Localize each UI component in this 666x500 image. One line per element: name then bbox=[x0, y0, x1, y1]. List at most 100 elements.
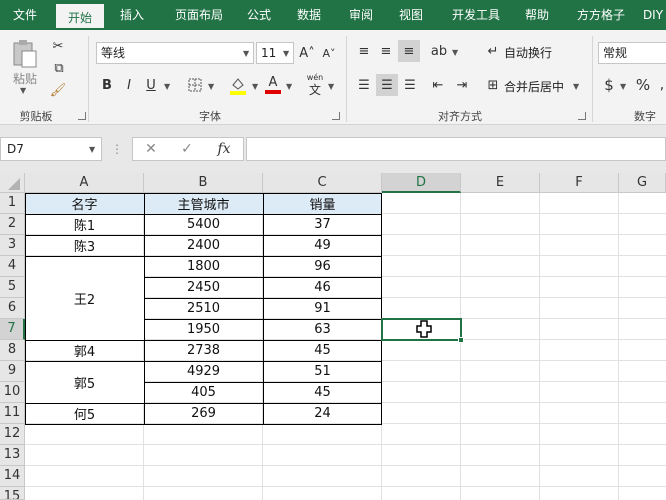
table-borders bbox=[25, 193, 382, 425]
column-header-c[interactable]: C bbox=[263, 173, 382, 193]
comma-style-icon[interactable]: , bbox=[656, 74, 666, 96]
wrap-text-button[interactable]: 自动换行 bbox=[504, 44, 552, 61]
phonetic-guide-icon[interactable]: wén 文 bbox=[304, 72, 326, 98]
column-header-f[interactable]: F bbox=[540, 173, 619, 193]
tab-help[interactable]: 帮助 bbox=[514, 0, 560, 30]
row-header[interactable]: 15 bbox=[0, 487, 25, 500]
chevron-down-icon[interactable]: ▼ bbox=[164, 82, 170, 91]
merge-center-icon[interactable]: ⊞ bbox=[484, 74, 502, 96]
wrap-text-icon[interactable]: ↵ bbox=[484, 40, 502, 62]
chevron-down-icon[interactable]: ▼ bbox=[286, 82, 292, 91]
chevron-down-icon[interactable]: ▼ bbox=[573, 82, 579, 91]
tab-developer[interactable]: 开发工具 bbox=[440, 0, 512, 30]
chevron-down-icon[interactable]: ▼ bbox=[89, 145, 95, 154]
more-options-icon[interactable]: ⋮ bbox=[110, 137, 124, 161]
clipboard-launcher-icon[interactable] bbox=[78, 112, 86, 120]
enter-icon[interactable]: ✓ bbox=[175, 138, 199, 160]
tab-data[interactable]: 数据 bbox=[286, 0, 332, 30]
tab-page-layout[interactable]: 页面布局 bbox=[162, 0, 236, 30]
underline-button[interactable]: U bbox=[142, 74, 160, 96]
insert-function-icon[interactable]: fx bbox=[211, 138, 237, 160]
alignment-launcher-icon[interactable] bbox=[578, 112, 586, 120]
align-center-icon[interactable]: ☰ bbox=[376, 74, 398, 96]
clipboard-group-label: 剪贴板 bbox=[19, 110, 53, 123]
cell-cursor-icon bbox=[416, 320, 432, 341]
row-header[interactable]: 1 bbox=[0, 193, 25, 214]
row-header[interactable]: 2 bbox=[0, 214, 25, 235]
font-launcher-icon[interactable] bbox=[332, 112, 340, 120]
align-top-icon[interactable]: ≡ bbox=[354, 40, 374, 62]
phonetic-bottom-text: 文 bbox=[308, 83, 321, 97]
format-painter-icon[interactable]: 🖌 bbox=[48, 80, 68, 100]
increase-indent-icon[interactable]: ⇥ bbox=[452, 74, 472, 96]
chevron-down-icon[interactable]: ▼ bbox=[620, 82, 626, 91]
separator bbox=[592, 36, 593, 122]
ribbon-tab-bar: 文件 开始 插入 页面布局 公式 数据 审阅 视图 开发工具 帮助 方方格子 D… bbox=[0, 0, 666, 30]
align-middle-icon[interactable]: ≡ bbox=[376, 40, 396, 62]
align-bottom-icon[interactable]: ≡ bbox=[398, 40, 420, 62]
tab-formulas[interactable]: 公式 bbox=[238, 0, 280, 30]
phonetic-top-text: wén bbox=[306, 73, 324, 82]
row-header[interactable]: 6 bbox=[0, 298, 25, 319]
paste-icon[interactable] bbox=[8, 38, 40, 70]
align-right-icon[interactable]: ☰ bbox=[400, 74, 420, 96]
tab-review[interactable]: 审阅 bbox=[338, 0, 384, 30]
alignment-group-label: 对齐方式 bbox=[438, 110, 482, 123]
tab-view[interactable]: 视图 bbox=[388, 0, 434, 30]
currency-button[interactable]: $ bbox=[602, 74, 616, 96]
column-header-g[interactable]: G bbox=[619, 173, 666, 193]
copy-icon[interactable]: ⧉ bbox=[48, 58, 70, 78]
row-header[interactable]: 5 bbox=[0, 277, 25, 298]
tab-insert[interactable]: 插入 bbox=[108, 0, 156, 30]
select-all-corner[interactable] bbox=[0, 173, 25, 193]
number-group-label: 数字 bbox=[634, 110, 656, 123]
fill-handle[interactable] bbox=[458, 337, 464, 343]
decrease-font-icon[interactable]: A˅ bbox=[320, 42, 338, 64]
worksheet-grid: A B C D E F G 1 2 3 4 5 6 7 8 9 10 11 12… bbox=[0, 173, 666, 500]
font-name-select[interactable]: 等线 bbox=[96, 42, 254, 64]
column-header-d[interactable]: D bbox=[382, 173, 461, 193]
row-header[interactable]: 14 bbox=[0, 466, 25, 487]
chevron-down-icon[interactable]: ▼ bbox=[452, 48, 458, 57]
row-header[interactable]: 11 bbox=[0, 403, 25, 424]
bold-button[interactable]: B bbox=[98, 74, 116, 96]
row-header[interactable]: 4 bbox=[0, 256, 25, 277]
paste-dropdown-icon[interactable]: ▼ bbox=[20, 86, 26, 95]
row-header[interactable]: 10 bbox=[0, 382, 25, 403]
formula-input[interactable] bbox=[246, 137, 666, 161]
ribbon: 粘贴 ▼ ✂ ⧉ 🖌 剪贴板 等线 ▼ 11 ▼ A˄ A˅ B I U ▼ ▼… bbox=[0, 30, 666, 125]
row-header[interactable]: 8 bbox=[0, 340, 25, 361]
cancel-icon[interactable]: ✕ bbox=[139, 138, 163, 160]
row-header[interactable]: 3 bbox=[0, 235, 25, 256]
chevron-down-icon[interactable]: ▼ bbox=[252, 82, 258, 91]
merge-center-button[interactable]: 合并后居中 bbox=[504, 78, 564, 95]
tab-diy[interactable]: DIY bbox=[640, 0, 666, 30]
tab-home[interactable]: 开始 bbox=[54, 2, 106, 30]
percent-button[interactable]: % bbox=[634, 74, 652, 96]
row-header[interactable]: 12 bbox=[0, 424, 25, 445]
chevron-down-icon[interactable]: ▼ bbox=[208, 82, 214, 91]
name-box[interactable]: D7 bbox=[0, 137, 102, 161]
font-color-icon[interactable]: A bbox=[264, 74, 282, 96]
orientation-icon[interactable]: ab bbox=[428, 40, 450, 62]
align-left-icon[interactable]: ☰ bbox=[354, 74, 374, 96]
column-header-b[interactable]: B bbox=[144, 173, 263, 193]
row-header-selected[interactable]: 7 bbox=[0, 319, 25, 340]
row-header[interactable]: 13 bbox=[0, 445, 25, 466]
column-header-e[interactable]: E bbox=[461, 173, 540, 193]
column-header-a[interactable]: A bbox=[25, 173, 144, 193]
separator bbox=[346, 36, 347, 122]
number-format-select[interactable]: 常规 bbox=[598, 42, 666, 64]
row-header[interactable]: 9 bbox=[0, 361, 25, 382]
decrease-indent-icon[interactable]: ⇤ bbox=[428, 74, 448, 96]
cut-icon[interactable]: ✂ bbox=[48, 36, 68, 56]
border-icon[interactable] bbox=[184, 74, 206, 96]
tab-file[interactable]: 文件 bbox=[0, 0, 50, 30]
increase-font-icon[interactable]: A˄ bbox=[298, 42, 316, 64]
italic-button[interactable]: I bbox=[120, 74, 138, 96]
tab-fangfang[interactable]: 方方格子 bbox=[566, 0, 636, 30]
fill-color-icon[interactable] bbox=[228, 74, 248, 96]
separator bbox=[88, 36, 89, 122]
chevron-down-icon[interactable]: ▼ bbox=[328, 82, 334, 91]
paste-label[interactable]: 粘贴 bbox=[8, 70, 42, 86]
